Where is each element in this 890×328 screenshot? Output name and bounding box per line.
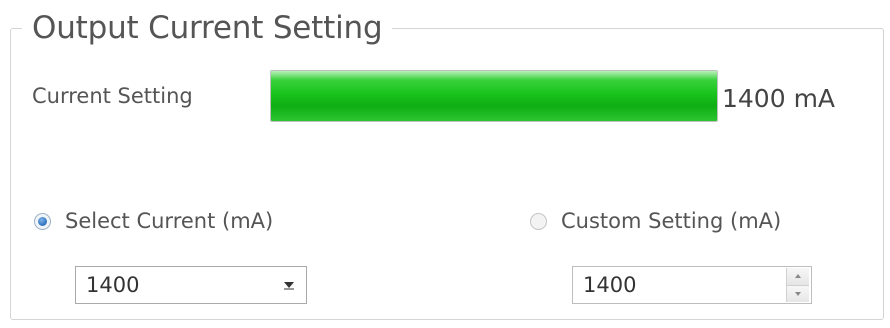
custom-setting-spinbox[interactable]: 1400	[572, 266, 812, 304]
custom-setting-radio[interactable]	[530, 212, 547, 230]
custom-setting-option[interactable]: Custom Setting (mA)	[530, 209, 781, 233]
group-title: Output Current Setting	[22, 10, 393, 46]
select-current-dropdown[interactable]: 1400	[75, 266, 307, 304]
spin-buttons	[786, 268, 809, 302]
custom-setting-value[interactable]: 1400	[573, 273, 786, 297]
select-current-option[interactable]: Select Current (mA)	[34, 209, 273, 233]
current-setting-value: 1400 mA	[722, 84, 836, 113]
chevron-down-icon[interactable]	[278, 274, 300, 296]
select-current-radio[interactable]	[34, 212, 51, 230]
current-setting-label: Current Setting	[32, 84, 193, 108]
spin-down-icon[interactable]	[787, 284, 809, 302]
current-setting-progress-fill	[271, 71, 717, 121]
custom-setting-label[interactable]: Custom Setting (mA)	[561, 209, 781, 233]
current-setting-progress-bar	[270, 70, 718, 122]
select-current-label[interactable]: Select Current (mA)	[65, 209, 273, 233]
select-current-value: 1400	[86, 273, 140, 297]
spin-up-icon[interactable]	[787, 268, 809, 285]
